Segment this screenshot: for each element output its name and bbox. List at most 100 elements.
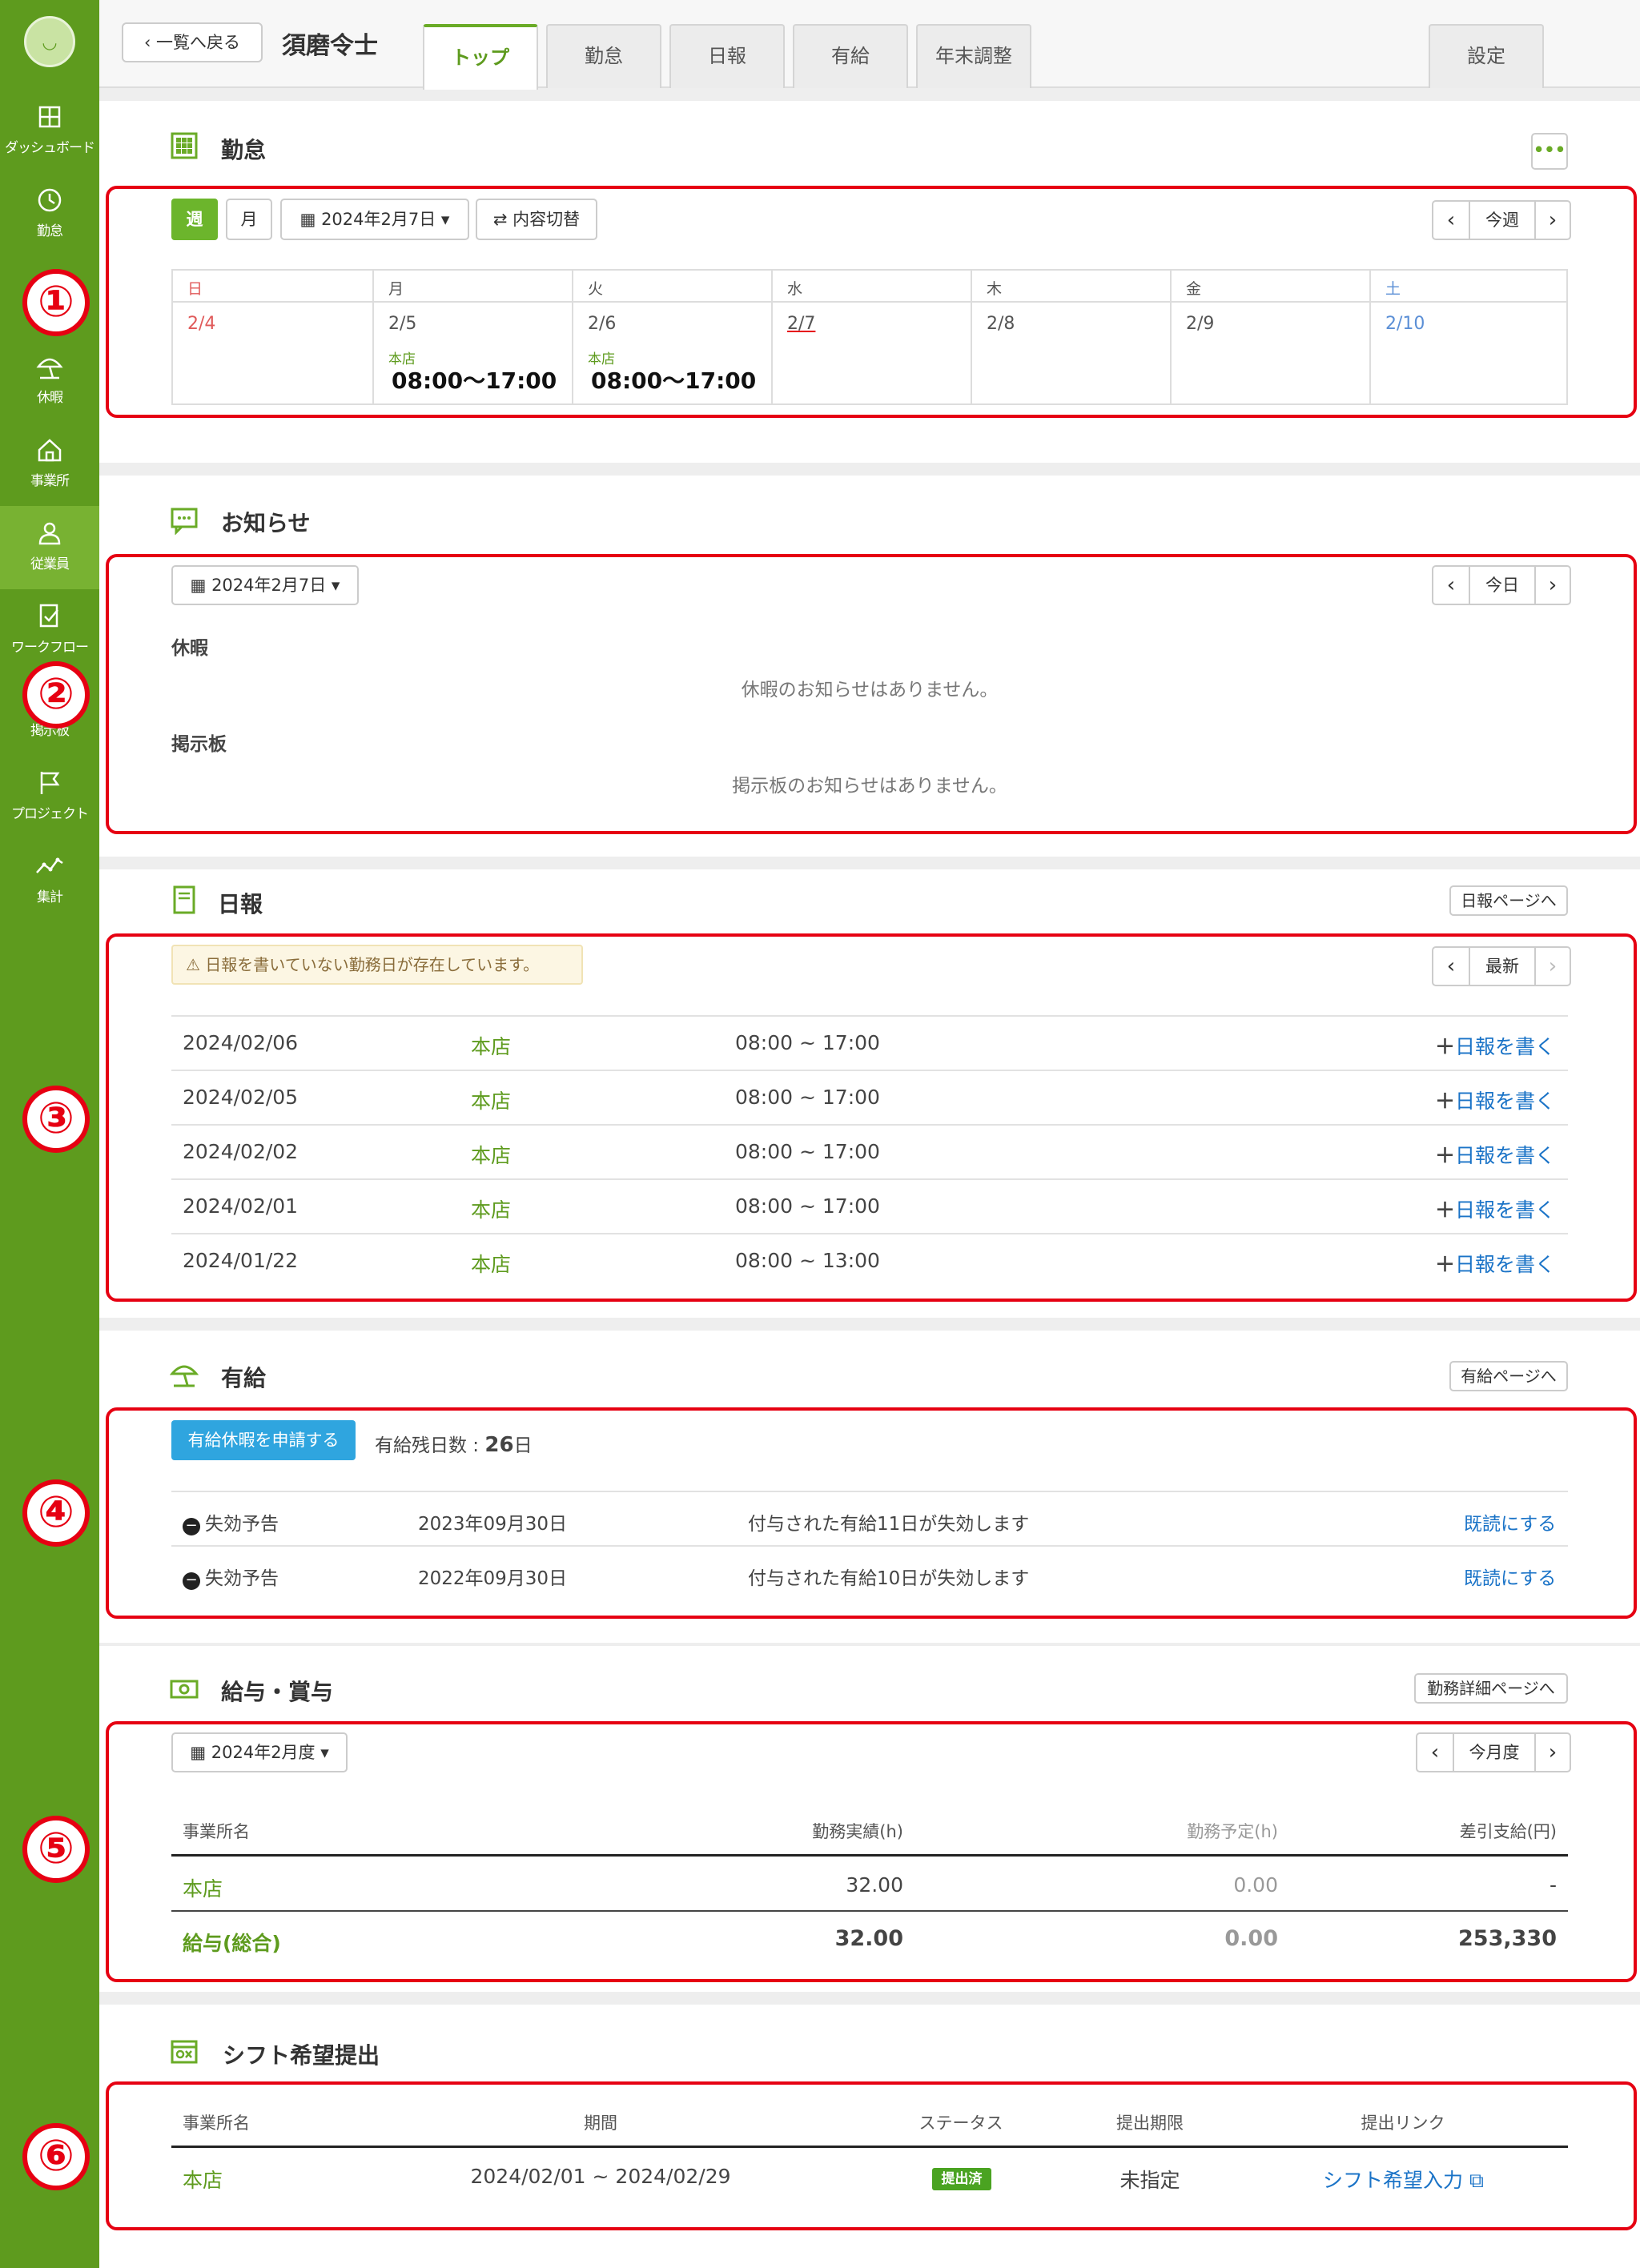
current-month-button[interactable]: 今月度	[1453, 1734, 1534, 1771]
marker-4: ④	[22, 1479, 90, 1547]
prev-week-button[interactable]: ‹	[1433, 202, 1469, 239]
col-link: 提出リンク	[1361, 2113, 1445, 2133]
apply-paid-leave-button[interactable]: 有給休暇を申請する	[171, 1420, 356, 1460]
next-report-button[interactable]: ›	[1534, 948, 1570, 985]
salary-title: 給与・賞与	[221, 1679, 334, 1705]
latest-button[interactable]: 最新	[1469, 948, 1534, 985]
mark-read-link[interactable]: 既読にする	[1464, 1563, 1556, 1590]
caret-down-icon: ▾	[326, 576, 340, 595]
calendar-icon: ▦	[190, 1743, 211, 1762]
back-to-list-button[interactable]: ‹ 一覧へ戻る	[122, 22, 263, 62]
calendar-day-sat[interactable]: 土 2/10	[1369, 271, 1566, 403]
salary-total-pay: 253,330	[1458, 1926, 1557, 1951]
report-time: 08:00 ~ 17:00	[735, 1140, 880, 1163]
write-report-link[interactable]: ＋日報を書く	[1435, 1031, 1555, 1060]
sidebar-item-dashboard[interactable]: ダッシュボード	[0, 90, 99, 173]
marker-1: ①	[22, 269, 90, 336]
sidebar-item-label: ワークフロー	[11, 640, 89, 656]
sidebar-item-employees[interactable]: 従業員	[0, 506, 99, 589]
tab-top[interactable]: トップ	[423, 24, 538, 90]
remaining-days: 有給残日数 : 26日	[375, 1433, 533, 1457]
salary-total-name[interactable]: 給与(総合)	[183, 1928, 281, 1957]
calendar-day-fri[interactable]: 金 2/9	[1170, 271, 1369, 403]
report-shop: 本店	[471, 1253, 512, 1276]
leave-empty-message: 休暇のお知らせはありません。	[741, 680, 999, 700]
board-empty-message: 掲示板のお知らせはありません。	[732, 776, 1007, 797]
write-report-link[interactable]: ＋日報を書く	[1435, 1140, 1555, 1169]
sidebar-item-label: 事業所	[30, 473, 70, 489]
shift-row-name[interactable]: 本店	[183, 2165, 223, 2194]
calendar-day-wed[interactable]: 水 2/7	[771, 271, 971, 403]
warning-icon: ⚠	[186, 955, 206, 974]
next-day-button[interactable]: ›	[1534, 567, 1570, 604]
daily-report-title: 日報	[218, 891, 263, 917]
calendar-day-thu[interactable]: 木 2/8	[971, 271, 1170, 403]
tab-year-end[interactable]: 年末調整	[916, 24, 1031, 88]
report-shop: 本店	[471, 1090, 512, 1113]
flag-icon	[40, 772, 60, 794]
paid-leave-page-link[interactable]: 有給ページへ	[1449, 1361, 1568, 1391]
shift-request-link[interactable]: シフト希望入力 ⧉	[1323, 2165, 1484, 2194]
write-report-link[interactable]: ＋日報を書く	[1435, 1194, 1555, 1223]
minus-circle-icon: −	[183, 1518, 200, 1535]
calendar-day-sun[interactable]: 日 2/4	[173, 271, 372, 403]
month-picker-button[interactable]: ▦ 2024年2月度 ▾	[171, 1732, 348, 1772]
this-week-button[interactable]: 今週	[1469, 202, 1534, 239]
plus-icon: ＋	[1435, 1144, 1456, 1167]
grid-icon	[38, 106, 61, 128]
today-date: 2/7	[787, 314, 816, 334]
col-office: 事業所名	[183, 1822, 250, 1841]
switch-content-button[interactable]: ⇄ 内容切替	[476, 199, 597, 240]
highlight-box-3	[106, 933, 1637, 1302]
tab-daily-report[interactable]: 日報	[669, 24, 785, 88]
marker-5: ⑤	[22, 1816, 90, 1883]
more-options-button[interactable]: •••	[1531, 133, 1568, 170]
daily-report-page-link[interactable]: 日報ページへ	[1449, 885, 1568, 916]
employee-name: 須磨令士	[282, 32, 378, 60]
report-date: 2024/01/22	[183, 1249, 299, 1272]
work-detail-page-link[interactable]: 勤務詳細ページへ	[1414, 1673, 1568, 1704]
col-pay: 差引支給(円)	[1459, 1822, 1557, 1841]
report-time: 08:00 ~ 17:00	[735, 1194, 880, 1218]
sidebar-item-label: 集計	[37, 889, 63, 905]
write-report-link[interactable]: ＋日報を書く	[1435, 1086, 1555, 1114]
expiry-date: 2022年09月30日	[418, 1568, 568, 1589]
month-view-button[interactable]: 月	[226, 199, 272, 240]
plus-icon: ＋	[1435, 1035, 1456, 1058]
prev-day-button[interactable]: ‹	[1433, 567, 1469, 604]
umbrella-icon	[170, 1365, 199, 1387]
tab-settings[interactable]: 設定	[1429, 24, 1544, 88]
salary-row-pay: -	[1549, 1873, 1557, 1897]
write-report-link[interactable]: ＋日報を書く	[1435, 1249, 1555, 1278]
next-week-button[interactable]: ›	[1534, 202, 1570, 239]
sidebar-item-office[interactable]: 事業所	[0, 423, 99, 506]
sidebar-item-leave[interactable]: 休暇	[0, 339, 99, 423]
sidebar-item-project[interactable]: プロジェクト	[0, 756, 99, 839]
mark-read-link[interactable]: 既読にする	[1464, 1508, 1556, 1535]
app-logo[interactable]: ◡	[24, 16, 75, 67]
date-picker-button[interactable]: ▦ 2024年2月7日 ▾	[280, 199, 469, 240]
today-button[interactable]: 今日	[1469, 567, 1534, 604]
calendar-icon: ▦	[190, 576, 212, 595]
prev-month-button[interactable]: ‹	[1417, 1734, 1453, 1771]
sidebar-item-summary[interactable]: 集計	[0, 839, 99, 922]
week-pager: ‹ 今週 ›	[1432, 200, 1571, 240]
shift-row-deadline: 未指定	[1119, 2169, 1180, 2192]
salary-row-name[interactable]: 本店	[183, 1873, 223, 1902]
chevron-left-icon: ‹	[143, 33, 157, 52]
top-bar: ‹ 一覧へ戻る 須磨令士 トップ 勤怠 日報 有給 年末調整 設定	[99, 0, 1640, 90]
tab-attendance[interactable]: 勤怠	[546, 24, 661, 88]
notice-date-picker[interactable]: ▦ 2024年2月7日 ▾	[171, 565, 359, 605]
sidebar-item-label: 休暇	[37, 390, 63, 406]
sidebar-item-attendance[interactable]: 勤怠	[0, 173, 99, 256]
prev-report-button[interactable]: ‹	[1433, 948, 1469, 985]
calendar-day-tue[interactable]: 火 2/6 本店 08:00～17:00	[572, 271, 771, 403]
sidebar-item-workflow[interactable]: ワークフロー	[0, 589, 99, 672]
next-month-button[interactable]: ›	[1534, 1734, 1570, 1771]
tab-paid-leave[interactable]: 有給	[793, 24, 908, 88]
week-view-button[interactable]: 週	[171, 199, 218, 240]
report-time: 08:00 ~ 17:00	[735, 1086, 880, 1109]
calendar-day-mon[interactable]: 月 2/5 本店 08:00～17:00	[372, 271, 572, 403]
month-pager: ‹ 今月度 ›	[1416, 1732, 1571, 1772]
report-date: 2024/02/06	[183, 1031, 299, 1054]
